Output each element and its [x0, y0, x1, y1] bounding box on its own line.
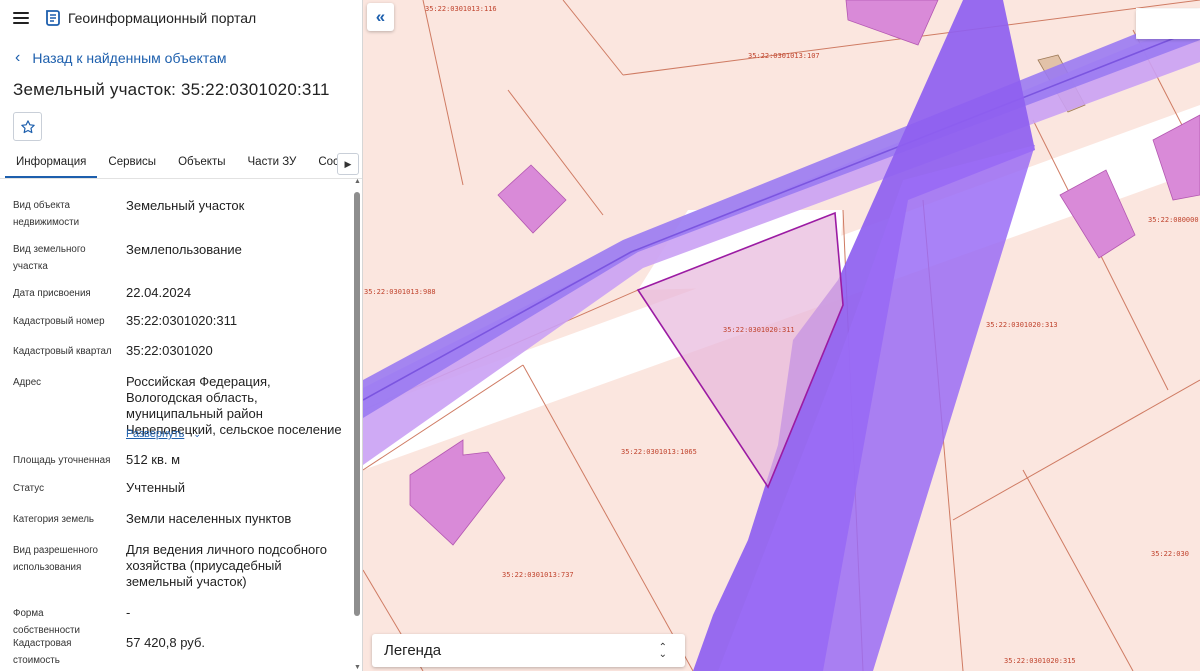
object-tabs: Информация Сервисы Объекты Части ЗУ Сост… — [0, 151, 362, 179]
sidebar-panel: Геоинформационный портал ‹ Назад к найде… — [0, 0, 363, 671]
parcel-label: 35:22:030 — [1151, 550, 1189, 558]
parcel-label: 35:22:0301013:737 — [502, 571, 574, 579]
prop-label: Вид разрешенного использования — [13, 545, 99, 573]
chevron-right-icon: ▶ — [344, 158, 352, 169]
updown-chevron-icon: ⌃ ⌄ — [658, 641, 667, 660]
prop-label: Дата присвоения — [13, 288, 91, 299]
tabs-scroll-right-button[interactable]: ▶ — [337, 153, 359, 175]
tab-services[interactable]: Сервисы — [97, 151, 167, 178]
chevron-left-icon: ‹ — [15, 49, 21, 66]
legend-dropdown[interactable]: Легенда ⌃ ⌄ — [372, 634, 685, 667]
prop-label: Вид объекта недвижимости — [13, 200, 80, 228]
tab-objects[interactable]: Объекты — [167, 151, 236, 178]
portal-logo-icon — [46, 10, 60, 26]
map-view[interactable]: 35:22:0301013:116 35:22:0301013:107 35:2… — [363, 0, 1200, 671]
sidebar-scrollbar[interactable]: ▲ ▼ — [353, 178, 361, 671]
prop-value: 35:22:0301020 — [126, 343, 213, 358]
chevron-down-icon: ⌄ — [193, 429, 201, 439]
app-header: Геоинформационный портал — [0, 0, 362, 36]
prop-label: Адрес — [13, 377, 42, 388]
prop-label: Форма собственности — [13, 608, 81, 636]
back-link-label: Назад к найденным объектам — [32, 50, 227, 66]
parcel-label: 35:22:080000 — [1148, 216, 1199, 224]
tab-parts[interactable]: Части ЗУ — [237, 151, 308, 178]
map-search-field[interactable] — [1136, 9, 1200, 39]
app-title: Геоинформационный портал — [68, 10, 257, 26]
double-chevron-left-icon: « — [375, 7, 386, 26]
prop-label: Категория земель — [13, 514, 95, 525]
tab-information[interactable]: Информация — [5, 151, 98, 178]
back-to-results-link[interactable]: ‹ Назад к найденным объектам — [0, 49, 362, 67]
prop-value: 35:22:0301020:311 — [126, 313, 238, 328]
hamburger-menu-icon[interactable] — [13, 12, 29, 24]
prop-label: Вид земельного участка — [13, 244, 86, 272]
prop-label: Кадастровая стоимость — [13, 638, 72, 666]
collapse-panel-button[interactable]: « — [367, 3, 394, 31]
parcel-label: 35:22:0301020:313 — [986, 321, 1058, 329]
prop-value: Землепользование — [126, 242, 242, 257]
prop-value: Земельный участок — [126, 198, 245, 213]
cadastral-map[interactable]: 35:22:0301013:116 35:22:0301013:107 35:2… — [363, 0, 1200, 671]
parcel-label: 35:22:0301013:1065 — [621, 448, 697, 456]
parcel-label: 35:22:0301013:988 — [364, 288, 436, 296]
prop-label: Кадастровый квартал — [13, 346, 112, 357]
parcel-label: 35:22:0301020:315 — [1004, 657, 1076, 665]
prop-value: Для ведения личного подсобного хозяйства… — [126, 542, 327, 589]
address-expand-link[interactable]: Развернуть ⌄ — [126, 426, 348, 442]
prop-value: - — [126, 605, 131, 620]
prop-value: 57 420,8 руб. — [126, 635, 206, 650]
legend-label: Легенда — [384, 642, 442, 659]
prop-value: 512 кв. м — [126, 452, 181, 467]
scroll-up-icon[interactable]: ▲ — [354, 178, 361, 185]
expand-label: Развернуть — [126, 428, 185, 440]
star-icon — [20, 119, 35, 133]
prop-label: Площадь уточненная — [13, 455, 111, 466]
page-title: Земельный участок: 35:22:0301020:311 — [13, 80, 330, 99]
scroll-down-icon[interactable]: ▼ — [354, 664, 361, 671]
prop-label: Статус — [13, 483, 44, 494]
favorite-button[interactable] — [13, 112, 42, 141]
prop-value: Учтенный — [126, 480, 186, 495]
parcel-label: 35:22:0301013:107 — [748, 52, 820, 60]
prop-label: Кадастровый номер — [13, 316, 105, 327]
prop-value: Земли населенных пунктов — [126, 511, 292, 526]
scrollbar-thumb[interactable] — [354, 192, 360, 616]
parcel-label: 35:22:0301020:311 — [723, 326, 795, 334]
parcel-label: 35:22:0301013:116 — [425, 5, 497, 13]
prop-value: 22.04.2024 — [126, 285, 192, 300]
